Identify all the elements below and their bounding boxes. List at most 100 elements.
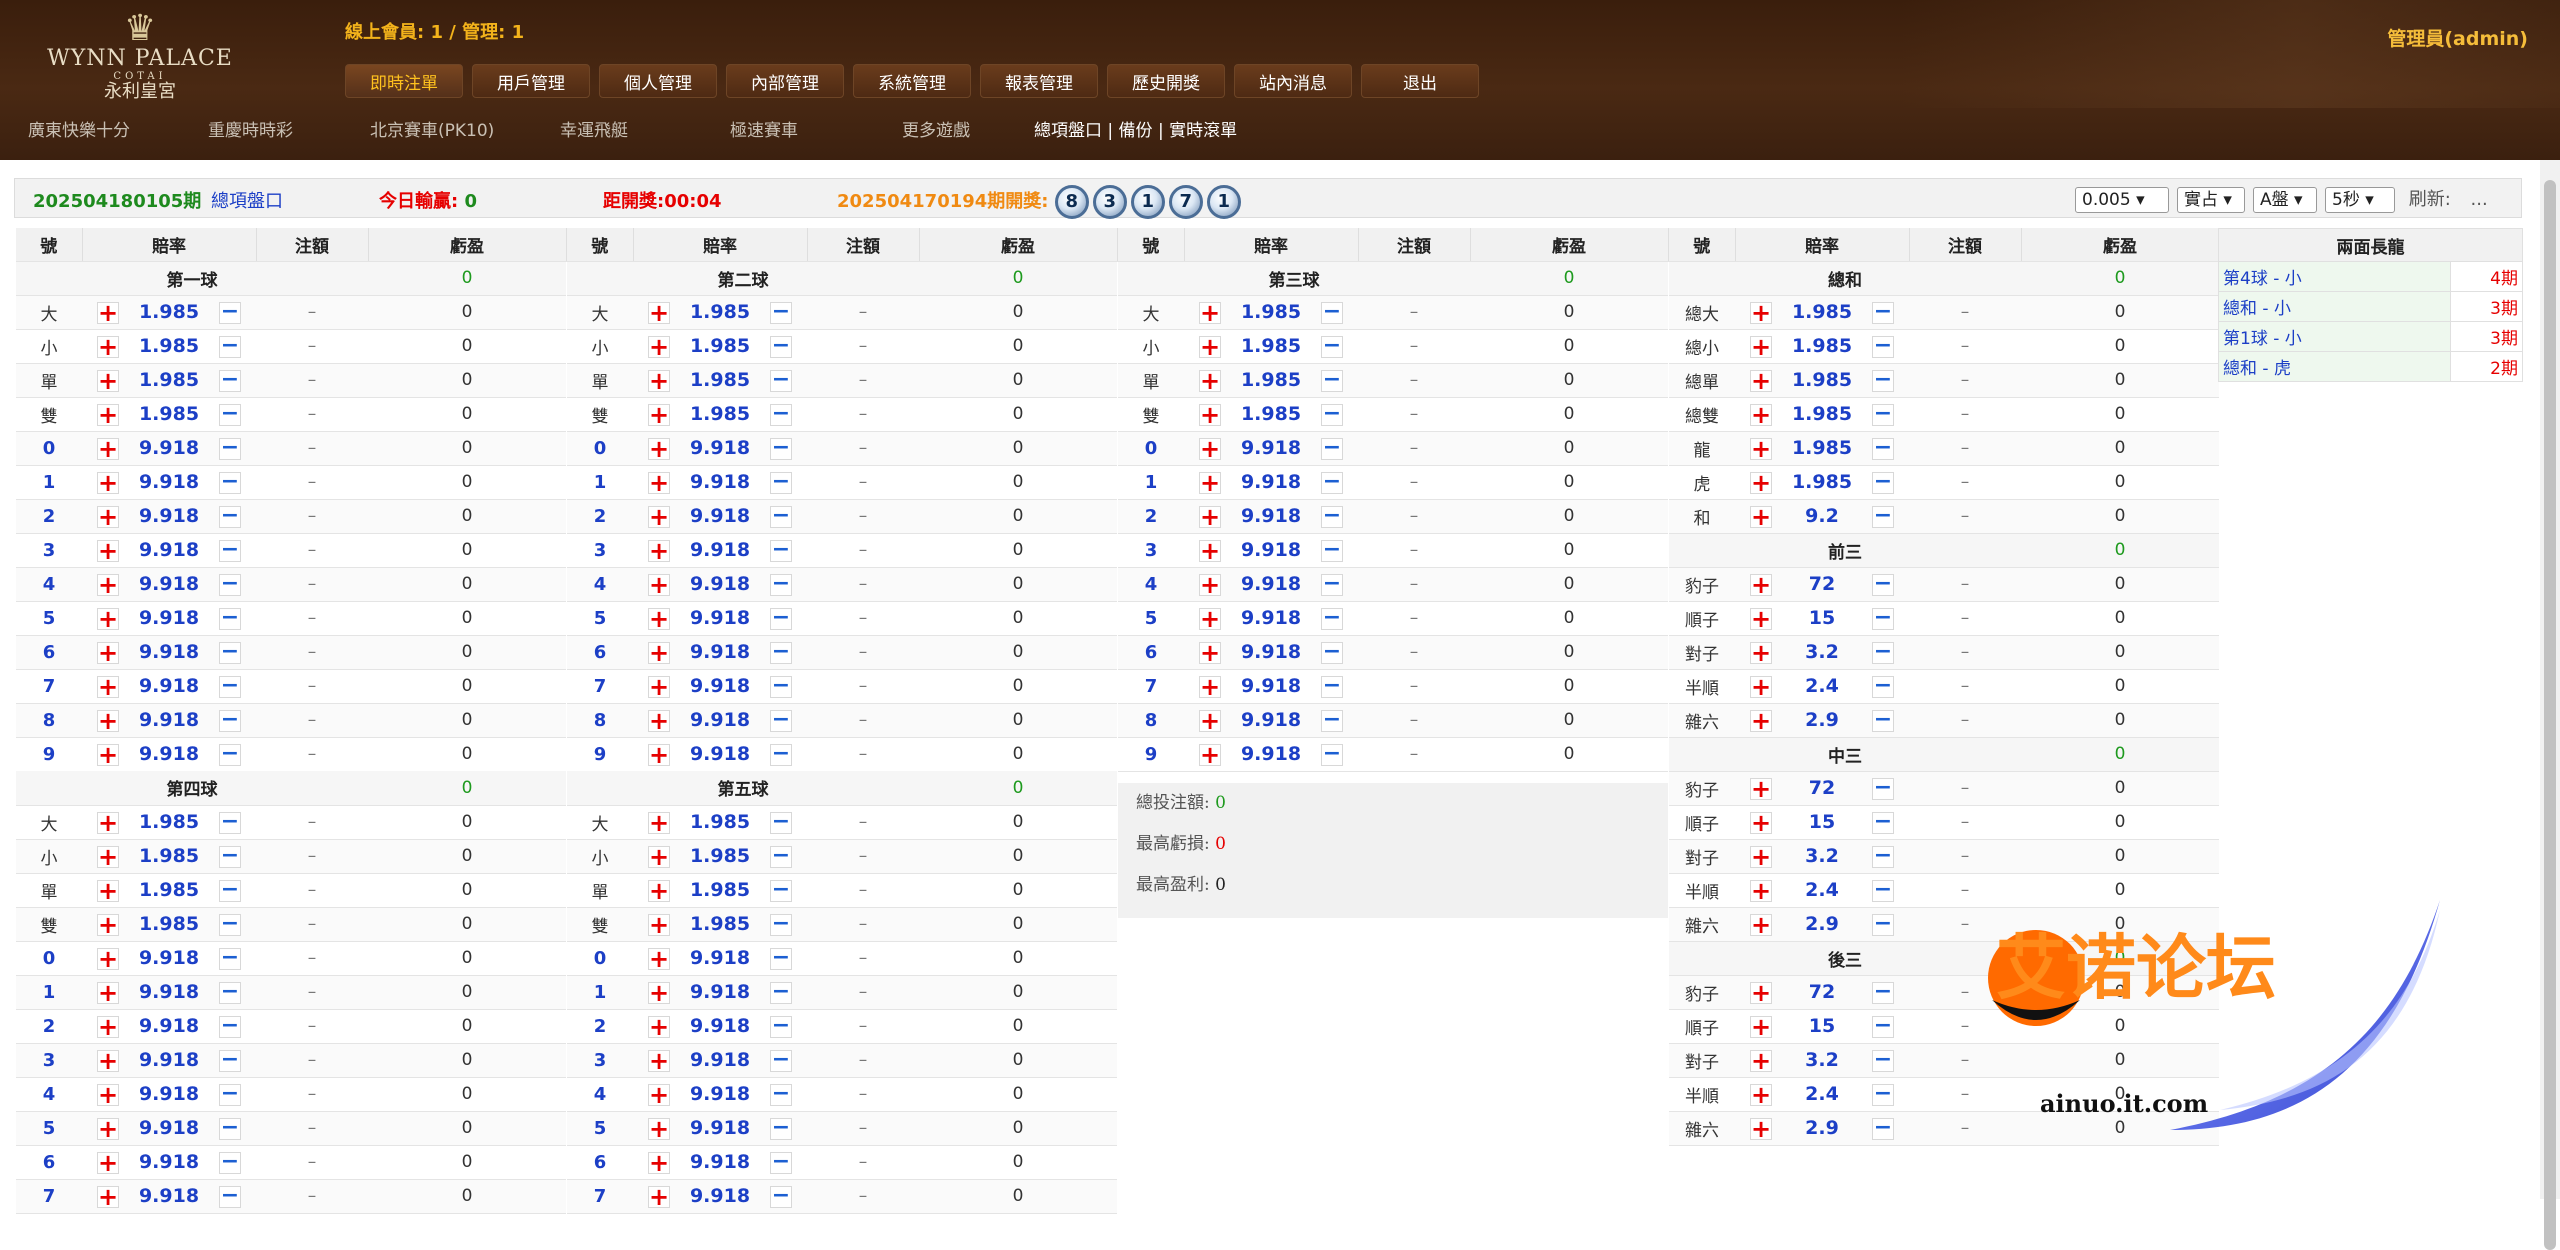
minus-icon[interactable]: − <box>1321 368 1343 392</box>
minus-icon[interactable]: − <box>1321 300 1343 324</box>
nav-users[interactable]: 用戶管理 <box>472 64 590 98</box>
wynn-palace-logo[interactable]: ♛ WYNN PALACE COTAI 永利皇宮 <box>40 11 240 104</box>
plus-icon[interactable]: + <box>1750 709 1772 733</box>
minus-icon[interactable]: − <box>219 436 241 460</box>
plus-icon[interactable]: + <box>1750 641 1772 665</box>
nav-history[interactable]: 歷史開獎 <box>1107 64 1225 98</box>
nav-reports[interactable]: 報表管理 <box>980 64 1098 98</box>
plus-icon[interactable]: + <box>1199 607 1221 631</box>
minus-icon[interactable]: − <box>770 946 792 970</box>
minus-icon[interactable]: − <box>770 640 792 664</box>
minus-icon[interactable]: − <box>770 504 792 528</box>
plus-icon[interactable]: + <box>97 1185 119 1209</box>
plus-icon[interactable]: + <box>648 437 670 461</box>
game-bj-pk10[interactable]: 北京賽車(PK10) <box>370 116 494 141</box>
plus-icon[interactable]: + <box>648 947 670 971</box>
nav-live-bets[interactable]: 即時注單 <box>345 64 463 98</box>
plus-icon[interactable]: + <box>97 947 119 971</box>
plus-icon[interactable]: + <box>1750 675 1772 699</box>
plus-icon[interactable]: + <box>97 743 119 767</box>
minus-icon[interactable]: − <box>770 1116 792 1140</box>
plus-icon[interactable]: + <box>1750 437 1772 461</box>
minus-icon[interactable]: − <box>219 300 241 324</box>
plus-icon[interactable]: + <box>1750 471 1772 495</box>
plus-icon[interactable]: + <box>1750 913 1772 937</box>
minus-icon[interactable]: − <box>1872 980 1894 1004</box>
plus-icon[interactable]: + <box>1750 777 1772 801</box>
minus-icon[interactable]: − <box>770 436 792 460</box>
game-more[interactable]: 更多遊戲 <box>902 116 970 141</box>
plus-icon[interactable]: + <box>1750 573 1772 597</box>
plus-icon[interactable]: + <box>1750 879 1772 903</box>
scrollbar[interactable] <box>2540 160 2560 1250</box>
minus-icon[interactable]: − <box>219 1082 241 1106</box>
minus-icon[interactable]: − <box>219 1116 241 1140</box>
minus-icon[interactable]: − <box>770 572 792 596</box>
minus-icon[interactable]: − <box>1321 674 1343 698</box>
game-lucky-airship[interactable]: 幸運飛艇 <box>560 116 628 141</box>
minus-icon[interactable]: − <box>1872 708 1894 732</box>
minus-icon[interactable]: − <box>770 708 792 732</box>
minus-icon[interactable]: − <box>770 368 792 392</box>
plus-icon[interactable]: + <box>1199 573 1221 597</box>
minus-icon[interactable]: − <box>1321 470 1343 494</box>
plus-icon[interactable]: + <box>1750 1083 1772 1107</box>
plus-icon[interactable]: + <box>97 1015 119 1039</box>
link-backup[interactable]: 備份 <box>1119 121 1153 141</box>
type-select[interactable]: 實占 ▾ <box>2177 187 2245 213</box>
plus-icon[interactable]: + <box>648 573 670 597</box>
plus-icon[interactable]: + <box>97 301 119 325</box>
minus-icon[interactable]: − <box>770 1014 792 1038</box>
minus-icon[interactable]: − <box>1872 436 1894 460</box>
plus-icon[interactable]: + <box>648 811 670 835</box>
minus-icon[interactable]: − <box>219 368 241 392</box>
admin-user[interactable]: 管理員(admin) <box>2387 24 2528 51</box>
plus-icon[interactable]: + <box>1750 981 1772 1005</box>
minus-icon[interactable]: − <box>770 878 792 902</box>
minus-icon[interactable]: − <box>1321 538 1343 562</box>
minus-icon[interactable]: − <box>770 538 792 562</box>
minus-icon[interactable]: − <box>219 402 241 426</box>
plus-icon[interactable]: + <box>1199 403 1221 427</box>
plus-icon[interactable]: + <box>97 709 119 733</box>
minus-icon[interactable]: − <box>1872 402 1894 426</box>
total-panel-link[interactable]: 總項盤口 <box>211 187 283 213</box>
minus-icon[interactable]: − <box>1321 334 1343 358</box>
plus-icon[interactable]: + <box>1750 811 1772 835</box>
plus-icon[interactable]: + <box>1750 335 1772 359</box>
minus-icon[interactable]: − <box>1872 878 1894 902</box>
panel-select[interactable]: A盤 ▾ <box>2253 187 2317 213</box>
minus-icon[interactable]: − <box>219 742 241 766</box>
plus-icon[interactable]: + <box>97 675 119 699</box>
minus-icon[interactable]: − <box>1872 844 1894 868</box>
minus-icon[interactable]: − <box>219 1150 241 1174</box>
plus-icon[interactable]: + <box>648 505 670 529</box>
game-cq-ssc[interactable]: 重慶時時彩 <box>208 116 293 141</box>
game-gd-happy10[interactable]: 廣東快樂十分 <box>28 116 130 141</box>
plus-icon[interactable]: + <box>1199 471 1221 495</box>
minus-icon[interactable]: − <box>1321 504 1343 528</box>
minus-icon[interactable]: − <box>219 946 241 970</box>
plus-icon[interactable]: + <box>648 335 670 359</box>
plus-icon[interactable]: + <box>648 709 670 733</box>
minus-icon[interactable]: − <box>1872 606 1894 630</box>
plus-icon[interactable]: + <box>97 471 119 495</box>
refresh-button[interactable]: ... <box>2471 189 2488 210</box>
plus-icon[interactable]: + <box>1199 335 1221 359</box>
minus-icon[interactable]: − <box>770 334 792 358</box>
plus-icon[interactable]: + <box>648 1117 670 1141</box>
minus-icon[interactable]: − <box>1321 708 1343 732</box>
minus-icon[interactable]: − <box>1872 572 1894 596</box>
plus-icon[interactable]: + <box>1750 505 1772 529</box>
nav-system[interactable]: 系統管理 <box>853 64 971 98</box>
plus-icon[interactable]: + <box>648 641 670 665</box>
minus-icon[interactable]: − <box>770 606 792 630</box>
plus-icon[interactable]: + <box>97 539 119 563</box>
plus-icon[interactable]: + <box>1199 369 1221 393</box>
minus-icon[interactable]: − <box>1872 1116 1894 1140</box>
plus-icon[interactable]: + <box>648 471 670 495</box>
minus-icon[interactable]: − <box>219 538 241 562</box>
minus-icon[interactable]: − <box>1321 742 1343 766</box>
plus-icon[interactable]: + <box>1750 1117 1772 1141</box>
plus-icon[interactable]: + <box>97 1117 119 1141</box>
